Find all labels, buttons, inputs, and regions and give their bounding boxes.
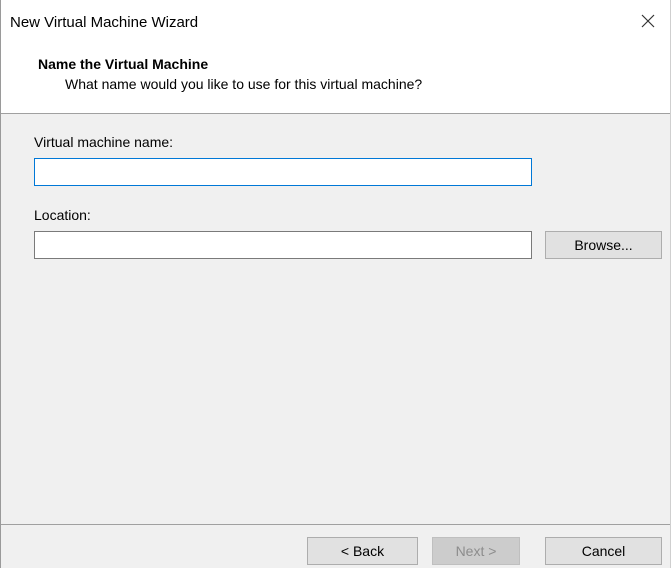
page-subtitle: What name would you like to use for this… bbox=[65, 76, 423, 92]
close-button[interactable] bbox=[626, 0, 670, 42]
cancel-button[interactable]: Cancel bbox=[545, 537, 662, 565]
location-label: Location: bbox=[34, 207, 91, 223]
footer-divider bbox=[1, 524, 670, 525]
wizard-header: Name the Virtual Machine What name would… bbox=[1, 42, 670, 114]
browse-button[interactable]: Browse... bbox=[545, 231, 662, 259]
location-input[interactable] bbox=[34, 231, 532, 259]
vm-name-label: Virtual machine name: bbox=[34, 134, 174, 150]
vm-name-input[interactable] bbox=[34, 158, 532, 186]
close-icon bbox=[641, 14, 655, 28]
title-bar: New Virtual Machine Wizard bbox=[1, 0, 670, 42]
back-button[interactable]: < Back bbox=[307, 537, 418, 565]
wizard-window: New Virtual Machine Wizard Name the Virt… bbox=[0, 0, 671, 568]
window-title: New Virtual Machine Wizard bbox=[10, 14, 199, 31]
page-title: Name the Virtual Machine bbox=[38, 56, 209, 72]
next-button[interactable]: Next > bbox=[432, 537, 520, 565]
